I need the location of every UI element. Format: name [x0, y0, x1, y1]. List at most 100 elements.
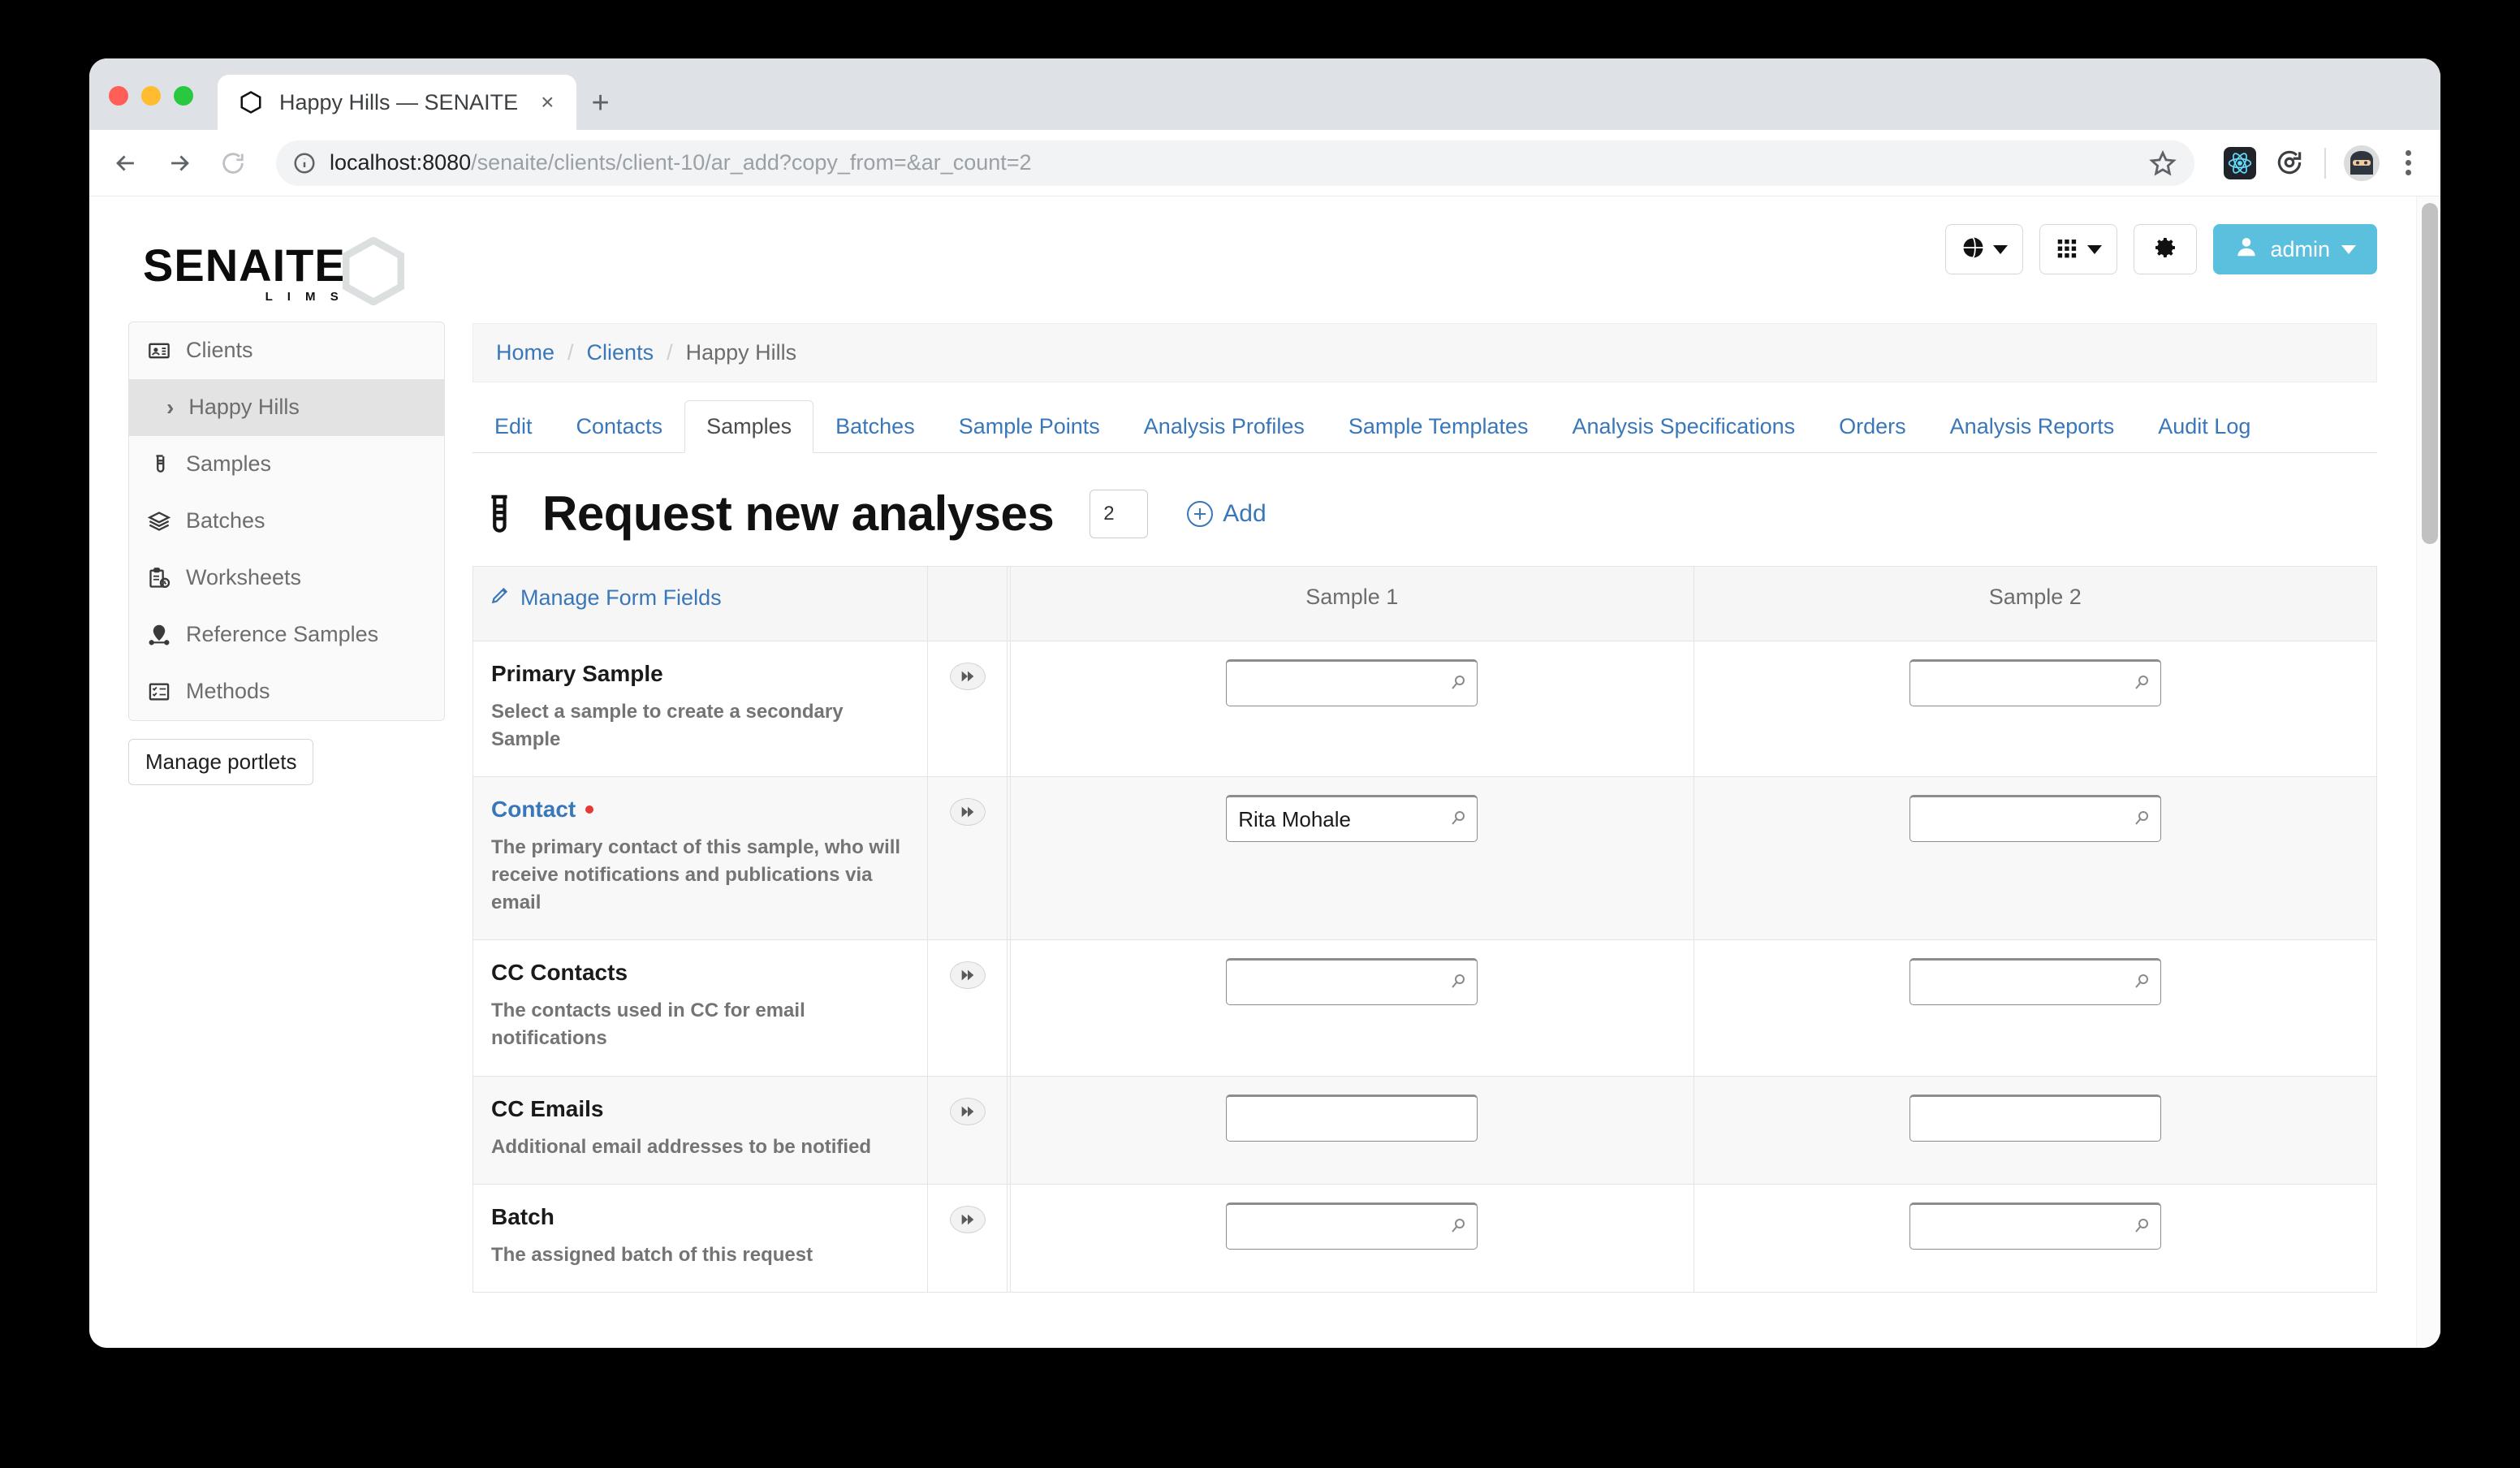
copy-across-cell	[927, 1075, 1008, 1185]
reference-input[interactable]	[1909, 659, 2161, 706]
reload-icon[interactable]	[218, 148, 248, 179]
ninja-avatar-icon[interactable]	[2344, 145, 2380, 181]
reference-input[interactable]	[1909, 958, 2161, 1006]
breadcrumb: Home / Clients / Happy Hills	[472, 323, 2377, 382]
page-title: Request new analyses	[542, 486, 1055, 541]
settings-button[interactable]	[2134, 224, 2198, 274]
user-menu-button[interactable]: admin	[2213, 224, 2377, 274]
tab-sample-points[interactable]: Sample Points	[937, 400, 1122, 453]
tab-sample-templates[interactable]: Sample Templates	[1327, 400, 1551, 453]
table-row: Primary Sample Select a sample to create…	[472, 640, 2377, 778]
tab-analysis-reports[interactable]: Analysis Reports	[1928, 400, 2137, 453]
reference-input[interactable]	[1909, 795, 2161, 843]
tab-samples[interactable]: Samples	[684, 400, 814, 453]
field-name-text: CC Contacts	[491, 960, 628, 986]
double-chevron-right-icon[interactable]	[949, 961, 986, 990]
header-actions: admin	[1945, 218, 2377, 274]
sidebar-item-reference-samples[interactable]: Reference Samples	[129, 607, 444, 663]
field-value-cell	[1010, 640, 1694, 778]
chevron-down-icon	[2087, 244, 2103, 254]
primary-sample-input-1[interactable]	[1226, 659, 1478, 706]
senaite-logo[interactable]: SENAITE L I M S	[128, 218, 405, 307]
manage-form-fields-label: Manage Form Fields	[520, 585, 722, 610]
table-row: Batch The assigned batch of this request	[472, 1183, 2377, 1293]
manage-form-fields-link[interactable]: Manage Form Fields	[490, 585, 722, 611]
scrollbar-thumb[interactable]	[2422, 203, 2438, 544]
kebab-menu-icon[interactable]	[2397, 150, 2419, 175]
tab-batches[interactable]: Batches	[813, 400, 937, 453]
apps-menu-button[interactable]	[2039, 224, 2118, 274]
add-sample-button[interactable]: Add	[1187, 500, 1266, 528]
contact-input-2[interactable]	[1909, 795, 2161, 843]
minimize-window-button[interactable]	[141, 86, 161, 106]
forward-arrow-icon[interactable]	[164, 148, 195, 179]
sync-refresh-icon[interactable]	[2274, 147, 2306, 179]
tab-audit-log[interactable]: Audit Log	[2136, 400, 2272, 453]
sample-count-input[interactable]: 2	[1090, 489, 1149, 538]
field-label-cell: Contact The primary contact of this samp…	[472, 776, 928, 941]
text-input[interactable]	[1226, 1094, 1478, 1142]
browser-extensions	[2217, 145, 2419, 181]
page-scrollbar[interactable]	[2416, 196, 2440, 1348]
tab-orders[interactable]: Orders	[1817, 400, 1928, 453]
tab-analysis-profiles[interactable]: Analysis Profiles	[1122, 400, 1327, 453]
manage-portlets-button[interactable]: Manage portlets	[128, 739, 314, 785]
sidebar-item-methods[interactable]: Methods	[129, 663, 444, 720]
cc-contacts-input-2[interactable]	[1909, 958, 2161, 1006]
bookmark-star-icon[interactable]	[2147, 148, 2178, 179]
language-selector-button[interactable]	[1945, 224, 2024, 274]
field-name[interactable]: Contact	[491, 797, 909, 823]
table-row: Contact The primary contact of this samp…	[472, 776, 2377, 941]
new-tab-button[interactable]: +	[591, 88, 609, 119]
contact-input-1[interactable]	[1226, 795, 1478, 843]
info-circle-icon[interactable]	[292, 151, 317, 175]
maximize-window-button[interactable]	[174, 86, 193, 106]
address-bar-text: localhost:8080/senaite/clients/client-10…	[330, 150, 1032, 175]
tab-contacts[interactable]: Contacts	[554, 400, 685, 453]
back-arrow-icon[interactable]	[110, 148, 141, 179]
double-chevron-right-icon[interactable]	[949, 663, 986, 690]
field-value-cell	[1010, 1075, 1694, 1185]
copy-across-cell	[927, 939, 1008, 1077]
double-chevron-right-icon[interactable]	[949, 1205, 986, 1233]
sidebar-item-clients[interactable]: Clients	[129, 322, 444, 379]
reference-input[interactable]	[1909, 1202, 2161, 1250]
reference-input[interactable]	[1226, 1202, 1478, 1250]
double-chevron-right-icon[interactable]	[949, 1097, 986, 1125]
reference-input[interactable]	[1226, 659, 1478, 706]
reference-input[interactable]	[1226, 958, 1478, 1006]
text-input[interactable]	[1909, 1094, 2161, 1142]
browser-tab[interactable]: Happy Hills — SENAITE ×	[218, 75, 577, 130]
cc-emails-input-2[interactable]	[1909, 1094, 2161, 1142]
primary-sample-input-2[interactable]	[1909, 659, 2161, 706]
double-chevron-right-icon[interactable]	[949, 798, 986, 827]
checklist-icon	[147, 680, 171, 704]
react-devtools-icon[interactable]	[2224, 146, 2256, 179]
copy-across-cell	[927, 640, 1008, 778]
close-window-button[interactable]	[109, 86, 128, 106]
sidebar-item-happy-hills[interactable]: › Happy Hills	[129, 379, 444, 436]
sidebar-item-label: Clients	[186, 338, 253, 362]
sidebar-item-samples[interactable]: Samples	[129, 436, 444, 493]
reference-input[interactable]	[1226, 795, 1478, 843]
field-label-cell: Batch The assigned batch of this request	[472, 1183, 928, 1293]
tab-analysis-specifications[interactable]: Analysis Specifications	[1551, 400, 1818, 453]
copy-across-cell	[927, 1183, 1008, 1293]
cc-contacts-input-1[interactable]	[1226, 958, 1478, 1006]
field-description: The assigned batch of this request	[491, 1243, 813, 1266]
field-value-cell	[1693, 939, 2377, 1077]
cc-emails-input-1[interactable]	[1226, 1094, 1478, 1142]
sidebar-item-label: Samples	[186, 451, 272, 476]
tab-edit[interactable]: Edit	[472, 400, 554, 453]
sidebar-item-batches[interactable]: Batches	[129, 493, 444, 550]
batch-input-2[interactable]	[1909, 1202, 2161, 1250]
sidebar-item-label: Happy Hills	[188, 395, 300, 419]
batch-input-1[interactable]	[1226, 1202, 1478, 1250]
breadcrumb-clients[interactable]: Clients	[587, 340, 654, 365]
close-icon[interactable]: ×	[534, 88, 560, 117]
sidebar-item-worksheets[interactable]: Worksheets	[129, 550, 444, 607]
address-bar[interactable]: localhost:8080/senaite/clients/client-10…	[276, 140, 2194, 186]
toolbar-divider	[2324, 147, 2326, 179]
main-content: Home / Clients / Happy Hills Edit Contac…	[472, 322, 2377, 1293]
breadcrumb-home[interactable]: Home	[496, 340, 554, 365]
